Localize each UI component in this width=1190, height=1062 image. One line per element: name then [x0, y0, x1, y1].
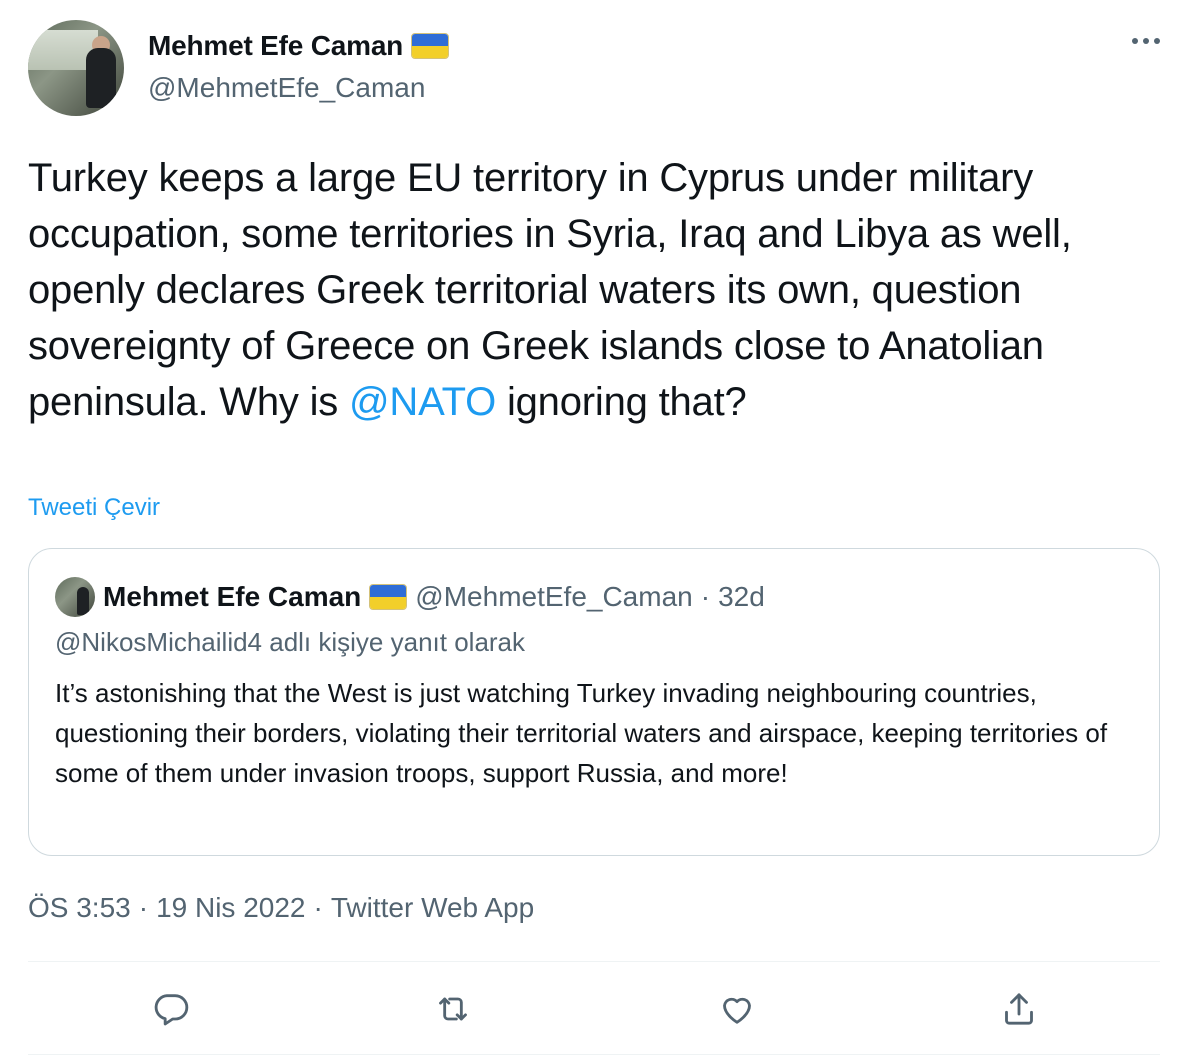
- quoted-tweet-text: It’s astonishing that the West is just w…: [55, 678, 1108, 788]
- tweet-source: Twitter Web App: [330, 892, 535, 923]
- like-icon[interactable]: [712, 984, 762, 1034]
- translate-tweet-link[interactable]: Tweeti Çevir: [28, 494, 160, 522]
- separator-dot: ·: [700, 581, 711, 612]
- quoted-author-name: Mehmet Efe Caman: [103, 581, 362, 612]
- author-avatar[interactable]: [28, 20, 124, 116]
- share-icon[interactable]: [994, 984, 1044, 1034]
- ukraine-flag-icon: [369, 584, 408, 610]
- ukraine-flag-icon: [411, 33, 450, 59]
- retweet-icon[interactable]: [428, 984, 478, 1034]
- reply-context: @NikosMichailid4 adlı kişiye yanıt olara…: [55, 627, 526, 657]
- tweet-time[interactable]: ÖS 3:53: [28, 892, 131, 924]
- author-name-row: Mehmet Efe Caman: [148, 30, 450, 62]
- tweet-text-part: ignoring that?: [496, 380, 747, 424]
- tweet: Mehmet Efe Caman @MehmetEfe_Caman Turkey…: [0, 0, 1190, 1062]
- more-icon[interactable]: [1132, 38, 1160, 44]
- quoted-author-handle: @MehmetEfe_Caman: [415, 581, 693, 612]
- quoted-author-avatar: [55, 577, 95, 617]
- quoted-tweet[interactable]: Mehmet Efe Caman @MehmetEfe_Caman · 32d …: [28, 548, 1160, 856]
- avatar-person: [86, 48, 116, 108]
- tweet-text: Turkey keeps a large EU territory in Cyp…: [28, 150, 1158, 430]
- divider: [28, 1054, 1160, 1055]
- tweet-date[interactable]: 19 Nis 2022: [156, 892, 305, 924]
- action-bar: [0, 984, 1190, 1034]
- tweet-meta: ÖS 3:53 · 19 Nis 2022 · Twitter Web App: [28, 892, 534, 924]
- separator-dot: ·: [138, 892, 149, 923]
- divider: [28, 961, 1160, 962]
- separator-dot: ·: [313, 892, 323, 923]
- author-handle[interactable]: @MehmetEfe_Caman: [148, 72, 425, 104]
- quoted-tweet-time: 32d: [718, 581, 765, 612]
- reply-icon[interactable]: [146, 984, 196, 1034]
- mention-link[interactable]: @NATO: [349, 380, 496, 424]
- author-name[interactable]: Mehmet Efe Caman: [148, 30, 403, 62]
- quoted-tweet-header: Mehmet Efe Caman @MehmetEfe_Caman · 32d: [55, 577, 765, 617]
